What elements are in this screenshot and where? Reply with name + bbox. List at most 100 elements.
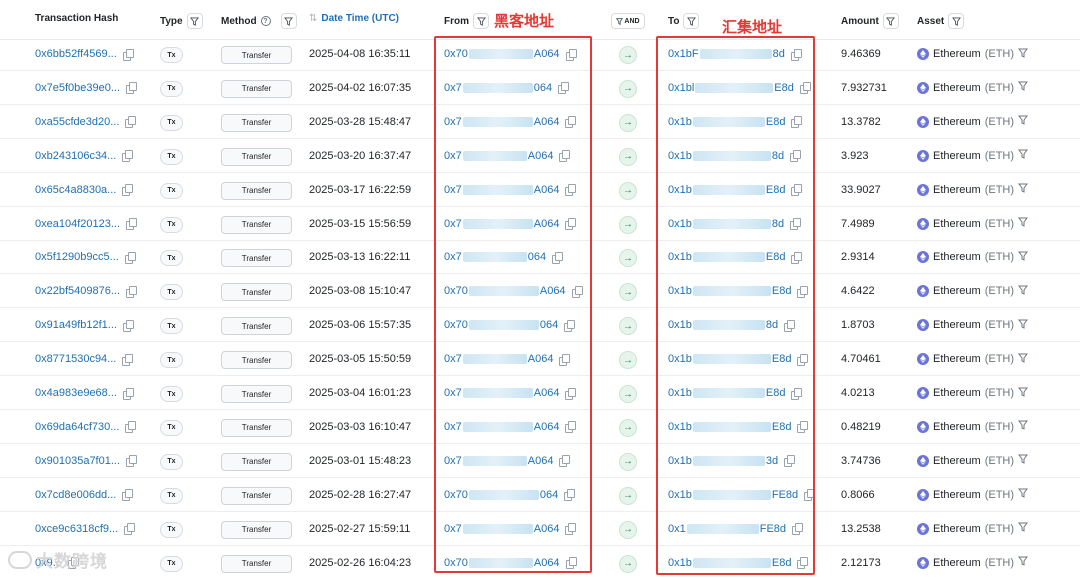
tx-hash-link[interactable]: 0x901035a7f01... <box>35 455 120 467</box>
tx-hash-link[interactable]: 0x7cd8e006dd... <box>35 489 116 501</box>
type-badge: Tx <box>160 114 183 131</box>
method-filter-icon[interactable] <box>280 13 297 29</box>
asset-symbol: (ETH) <box>984 454 1015 467</box>
type-filter-icon[interactable] <box>186 13 203 29</box>
asset-name: Ethereum <box>933 149 981 162</box>
asset-row-filter-icon[interactable] <box>1018 48 1029 61</box>
asset-row-filter-icon[interactable] <box>1018 81 1029 94</box>
type-badge: Tx <box>160 453 183 470</box>
asset-row-filter-icon[interactable] <box>1018 522 1029 535</box>
ethereum-icon <box>917 522 929 535</box>
amount-cell: 13.2538 <box>841 522 881 535</box>
tx-hash-cell: 0xa55cfde3d20... <box>35 105 137 139</box>
copy-icon[interactable] <box>126 218 138 230</box>
tx-hash-link[interactable]: 0x65c4a8830a... <box>35 184 116 196</box>
type-badge: Tx <box>160 555 183 572</box>
tx-hash-link[interactable]: 0xea104f20123... <box>35 218 120 230</box>
tx-hash-link[interactable]: 0xa55cfde3d20... <box>35 116 119 128</box>
copy-icon[interactable] <box>122 387 134 400</box>
copy-icon[interactable] <box>125 421 137 434</box>
arrow-right-icon: → <box>619 147 637 166</box>
tx-hash-cell: 0x901035a7f01... <box>35 444 138 478</box>
tx-hash-link[interactable]: 0xce9c6318cf9... <box>35 523 118 535</box>
date-time-cell: 2025-02-28 16:27:47 <box>309 488 412 501</box>
amount-cell: 4.0213 <box>841 387 875 399</box>
col-date-time-label[interactable]: Date Time (UTC) <box>321 13 399 24</box>
asset-name: Ethereum <box>933 48 981 60</box>
col-date-time[interactable]: ⇅ Date Time (UTC) <box>309 13 399 24</box>
asset-row-filter-icon[interactable] <box>1018 115 1029 128</box>
method-badge: Transfer <box>221 113 292 132</box>
sort-icon[interactable]: ⇅ <box>309 13 317 24</box>
asset-row-filter-icon[interactable] <box>1018 556 1029 569</box>
col-amount-label: Amount <box>841 15 879 27</box>
method-badge: Transfer <box>221 317 292 336</box>
copy-icon[interactable] <box>122 353 134 366</box>
asset-cell: Ethereum (ETH) <box>917 410 1029 444</box>
tx-hash-link[interactable]: 0x5f1290b9cc5... <box>35 251 119 263</box>
type-badge: Tx <box>160 521 183 538</box>
asset-row-filter-icon[interactable] <box>1018 285 1029 298</box>
ethereum-icon <box>917 251 929 264</box>
method-badge: Transfer <box>221 452 292 471</box>
type-badge: Tx <box>160 487 183 504</box>
asset-filter-icon[interactable] <box>948 13 965 29</box>
asset-row-filter-icon[interactable] <box>1018 217 1029 230</box>
tx-hash-link[interactable]: 0xb243106c34... <box>35 150 116 162</box>
tx-hash-link[interactable]: 0x6bb52ff4569... <box>35 48 117 60</box>
asset-name: Ethereum <box>933 420 981 433</box>
copy-icon[interactable] <box>122 489 134 502</box>
help-icon[interactable]: ? <box>260 16 271 26</box>
copy-icon[interactable] <box>124 251 136 264</box>
tx-hash-link[interactable]: 0x7e5f0be39e0... <box>35 82 120 94</box>
copy-icon[interactable] <box>126 82 138 95</box>
copy-icon[interactable] <box>126 285 138 298</box>
copy-icon[interactable] <box>124 523 136 536</box>
arrow-right-icon: → <box>619 418 637 437</box>
type-badge: Tx <box>160 47 183 63</box>
arrow-right-icon: → <box>619 46 637 64</box>
tx-hash-link[interactable]: 0x8771530c94... <box>35 353 116 365</box>
copy-icon[interactable] <box>122 48 134 61</box>
copy-icon[interactable] <box>125 116 137 129</box>
watermark-logo-icon <box>8 550 32 569</box>
asset-name: Ethereum <box>933 488 981 501</box>
tx-hash-cell: 0x7e5f0be39e0... <box>35 71 138 105</box>
hacker-address-highlight-box <box>434 36 592 573</box>
asset-row-filter-icon[interactable] <box>1018 353 1029 366</box>
tx-hash-link[interactable]: 0x4a983e9e68... <box>35 387 117 399</box>
copy-icon[interactable] <box>122 150 134 163</box>
arrow-right-icon: → <box>619 486 637 505</box>
tx-hash-cell: 0x4a983e9e68... <box>35 376 134 410</box>
asset-symbol: (ETH) <box>984 387 1015 399</box>
and-filter-button[interactable]: AND <box>611 13 645 29</box>
asset-row-filter-icon[interactable] <box>1018 454 1029 467</box>
to-filter-icon[interactable] <box>683 13 700 29</box>
tx-hash-link[interactable]: 0x91a49fb12f1... <box>35 319 117 331</box>
tx-hash-cell: 0xea104f20123... <box>35 207 138 241</box>
copy-icon[interactable] <box>122 319 134 332</box>
asset-row-filter-icon[interactable] <box>1018 319 1029 332</box>
arrow-right-icon: → <box>619 317 637 336</box>
asset-row-filter-icon[interactable] <box>1018 183 1029 196</box>
tx-hash-link[interactable]: 0x69da64cf730... <box>35 421 119 433</box>
amount-filter-icon[interactable] <box>882 13 899 29</box>
col-asset: Asset <box>917 13 965 29</box>
date-time-cell: 2025-03-20 16:37:47 <box>309 149 412 162</box>
type-badge: Tx <box>160 216 183 233</box>
asset-cell: Ethereum (ETH) <box>917 546 1029 578</box>
from-filter-icon[interactable] <box>473 13 489 29</box>
asset-row-filter-icon[interactable] <box>1018 149 1029 162</box>
ethereum-icon <box>917 81 929 94</box>
asset-row-filter-icon[interactable] <box>1018 251 1029 264</box>
asset-row-filter-icon[interactable] <box>1018 387 1029 400</box>
amount-cell: 4.70461 <box>841 353 881 366</box>
type-badge: Tx <box>160 284 183 301</box>
tx-hash-link[interactable]: 0x22bf5409876... <box>35 285 120 297</box>
copy-icon[interactable] <box>122 184 134 197</box>
copy-icon[interactable] <box>126 455 138 468</box>
asset-symbol: (ETH) <box>984 183 1015 196</box>
asset-row-filter-icon[interactable] <box>1018 420 1029 433</box>
asset-row-filter-icon[interactable] <box>1018 488 1029 501</box>
ethereum-icon <box>917 48 929 60</box>
